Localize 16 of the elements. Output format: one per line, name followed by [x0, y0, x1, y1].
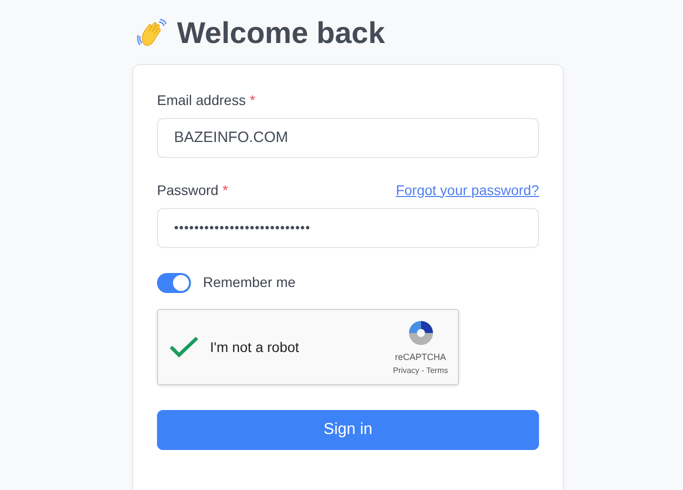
recaptcha-links[interactable]: Privacy - Terms: [393, 364, 448, 377]
required-mark: *: [222, 180, 228, 200]
required-mark: *: [250, 90, 256, 110]
remember-label: Remember me: [203, 273, 296, 292]
forgot-password-link[interactable]: Forgot your password?: [396, 180, 539, 200]
email-field[interactable]: BAZEINFO.COM: [157, 118, 539, 158]
captcha-label: I'm not a robot: [210, 338, 300, 356]
page-title: Welcome back: [177, 19, 385, 49]
sign-in-button[interactable]: Sign in: [157, 410, 539, 450]
password-field[interactable]: •••••••••••••••••••••••••••: [157, 208, 539, 248]
recaptcha-brand: reCAPTCHA: [395, 351, 446, 364]
password-label: Password: [157, 180, 218, 200]
remember-toggle[interactable]: [157, 272, 191, 292]
checkmark-icon[interactable]: [169, 336, 199, 358]
waving-hand-icon: [137, 19, 167, 49]
email-label: Email address: [157, 90, 246, 110]
